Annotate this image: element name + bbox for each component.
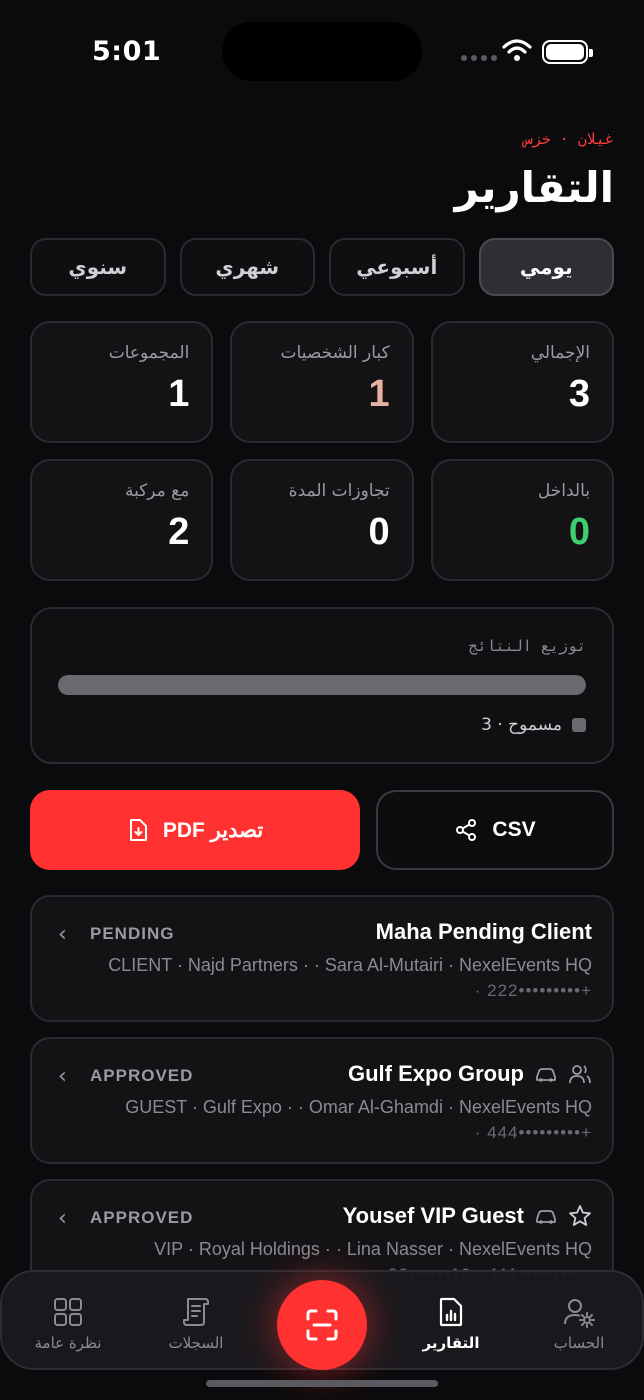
breadcrumb: غيلان · خزس (523, 130, 614, 148)
record-details: VIP · Royal Holdings · · Lina Nasser · N… (154, 1239, 592, 1259)
user-settings-icon (564, 1299, 595, 1328)
car-icon (536, 1068, 556, 1082)
record-details: GUEST · Gulf Expo · · Omar Al-Ghamdi · N… (125, 1097, 592, 1117)
scroll-icon (183, 1298, 209, 1326)
distribution-bar (58, 675, 586, 695)
chevron-left-icon: ‹ (58, 1064, 67, 1089)
legend-swatch (572, 718, 586, 732)
stat-label: بالداخل (537, 481, 590, 501)
tab-reports[interactable]: التقارير (391, 1296, 511, 1352)
stat-label: كبار الشخصيات (280, 343, 390, 363)
status-badge: PENDING (90, 924, 175, 943)
grid-icon (54, 1298, 82, 1326)
stat-value: 3 (568, 373, 590, 415)
period-monthly[interactable]: شهري (179, 238, 315, 296)
distribution-card: توزيع النتائج مسموح · 3 (30, 607, 614, 764)
stat-value: 0 (368, 511, 390, 553)
distribution-title: توزيع النتائج (468, 637, 586, 655)
star-icon (569, 1205, 591, 1226)
battery-icon (542, 40, 593, 64)
status-badge: APPROVED (90, 1066, 194, 1085)
period-daily[interactable]: يومي (478, 238, 614, 296)
scan-icon (306, 1309, 338, 1341)
wifi-icon (502, 39, 532, 61)
stat-value: 2 (168, 511, 190, 553)
chevron-left-icon: ‹ (58, 922, 67, 947)
group-icon (569, 1065, 591, 1084)
stat-label: تجاوزات المدة (288, 481, 390, 501)
legend-text: مسموح · 3 (481, 715, 562, 735)
record-name: Yousef VIP Guest (342, 1203, 524, 1228)
stat-with-vehicle: مع مركبة 2 (30, 459, 214, 581)
tab-overview[interactable]: نظرة عامة (8, 1296, 128, 1352)
record-name: Gulf Expo Group (348, 1061, 524, 1086)
stat-total: الإجمالي 3 (430, 321, 614, 443)
stats-grid: الإجمالي 3 كبار الشخصيات 1 المجموعات 1 ب… (30, 321, 614, 581)
status-bar: 5:01 (0, 0, 644, 100)
stat-value: 0 (568, 511, 590, 553)
stat-value: 1 (368, 373, 390, 415)
record-name: Maha Pending Client (375, 919, 592, 944)
export-pdf-button[interactable]: تصدير PDF (30, 790, 360, 870)
share-icon (456, 819, 477, 841)
tab-reports-label: التقارير (422, 1334, 480, 1352)
record-phone: · 222•••••••••+ (474, 981, 592, 1000)
scan-button[interactable] (277, 1280, 367, 1370)
stat-label: مع مركبة (124, 481, 190, 501)
stat-vip: كبار الشخصيات 1 (230, 321, 414, 443)
stat-inside: بالداخل 0 (430, 459, 614, 581)
export-csv-button[interactable]: CSV (376, 790, 614, 870)
status-time: 5:01 (92, 36, 162, 67)
report-chart-icon (439, 1297, 463, 1327)
cellular-signal-icon (461, 55, 497, 61)
period-yearly[interactable]: سنوي (30, 238, 166, 296)
tab-account[interactable]: الحساب (519, 1296, 639, 1352)
status-badge: APPROVED (90, 1208, 194, 1227)
records-list: ‹ PENDING Maha Pending Client CLIENT · N… (30, 895, 614, 1285)
export-csv-label: CSV (492, 818, 536, 841)
car-icon (536, 1210, 556, 1224)
stat-label: المجموعات (108, 343, 190, 363)
tab-logs[interactable]: السجلات (136, 1296, 256, 1352)
home-indicator (206, 1380, 438, 1387)
period-selector: يومي أسبوعي شهري سنوي (30, 238, 614, 296)
stat-overstays: تجاوزات المدة 0 (230, 459, 414, 581)
file-download-icon (129, 819, 147, 841)
dynamic-island (222, 22, 422, 81)
list-item[interactable]: ‹ APPROVED Gulf Expo Group GUEST · Gulf … (30, 1037, 614, 1164)
page-title: التقارير (454, 163, 614, 212)
distribution-bar-fill (58, 675, 586, 695)
stat-groups: المجموعات 1 (30, 321, 214, 443)
tab-logs-label: السجلات (168, 1334, 224, 1352)
distribution-legend: مسموح · 3 (481, 715, 586, 735)
export-pdf-label: تصدير PDF (162, 818, 264, 842)
record-details: CLIENT · Najd Partners · · Sara Al-Mutai… (108, 955, 592, 975)
tab-overview-label: نظرة عامة (34, 1334, 102, 1352)
period-weekly[interactable]: أسبوعي (329, 238, 465, 296)
tab-account-label: الحساب (553, 1334, 605, 1352)
list-item[interactable]: ‹ PENDING Maha Pending Client CLIENT · N… (30, 895, 614, 1022)
record-phone: · 444•••••••••+ (474, 1123, 592, 1142)
chevron-left-icon: ‹ (58, 1206, 67, 1231)
stat-value: 1 (168, 373, 190, 415)
stat-label: الإجمالي (530, 343, 590, 363)
